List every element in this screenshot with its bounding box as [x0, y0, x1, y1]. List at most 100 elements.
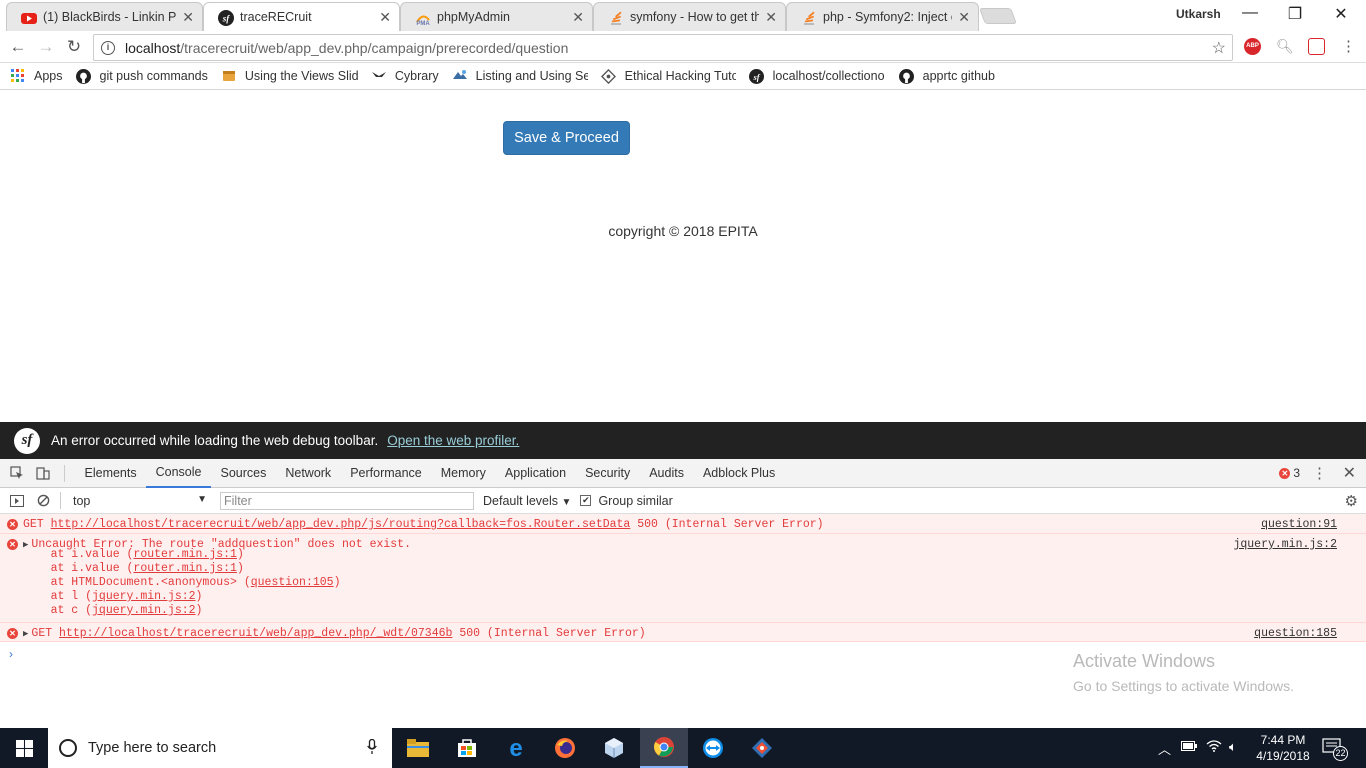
- bookmark-ethical-hacking[interactable]: Ethical Hacking Tutor: [601, 68, 736, 84]
- tab-tracerecruit[interactable]: sf traceRECruit ✕: [203, 2, 400, 31]
- devtools-tab-sources[interactable]: Sources: [211, 459, 276, 488]
- address-bar[interactable]: i localhost/tracerecruit/web/app_dev.php…: [93, 34, 1233, 61]
- console-filter-input[interactable]: Filter: [220, 491, 474, 510]
- restore-icon[interactable]: ❐: [1285, 4, 1305, 24]
- bookmark-views-slide[interactable]: Using the Views Slide: [221, 68, 358, 84]
- http-method: GET: [31, 627, 53, 640]
- bookmark-apprtc-github[interactable]: apprtc github: [899, 68, 995, 84]
- devtools-tab-memory[interactable]: Memory: [431, 459, 495, 488]
- devtools-tab-adblock-plus[interactable]: Adblock Plus: [693, 459, 784, 488]
- search-placeholder: Type here to search: [88, 740, 217, 756]
- tab-phpmyadmin[interactable]: PMA phpMyAdmin ✕: [400, 2, 593, 31]
- search-extension-icon[interactable]: 🔍︎: [1276, 38, 1294, 55]
- device-toolbar-icon[interactable]: [34, 464, 52, 482]
- group-similar-checkbox[interactable]: ✔: [580, 495, 592, 506]
- volume-icon[interactable]: 🔈︎: [1229, 739, 1237, 755]
- devtools-menu-icon[interactable]: ⋮: [1312, 464, 1327, 482]
- request-url-link[interactable]: http://localhost/tracerecruit/web/app_de…: [59, 627, 452, 640]
- stack-frame: at i.value (router.min.js:1): [23, 548, 1366, 562]
- bookmark-listing-services[interactable]: Listing and Using Ser: [452, 68, 588, 84]
- taskbar-edge[interactable]: e: [492, 728, 540, 768]
- log-levels-dropdown[interactable]: Default levels ▼: [483, 494, 571, 508]
- source-link[interactable]: question:185: [1254, 627, 1337, 640]
- devtools-close-icon[interactable]: ✕: [1343, 463, 1356, 483]
- taskbar-chrome[interactable]: [640, 728, 688, 768]
- devtools-tab-application[interactable]: Application: [495, 459, 575, 488]
- error-count-badge[interactable]: ✕ 3: [1279, 466, 1300, 480]
- chrome-menu-icon[interactable]: ⋮: [1340, 38, 1357, 55]
- group-similar-label: Group similar: [598, 493, 673, 508]
- stack-frame-link[interactable]: question:105: [251, 576, 334, 589]
- request-url-link[interactable]: http://localhost/tracerecruit/web/app_de…: [51, 518, 631, 531]
- bookmark-label: Using the Views Slide: [244, 69, 358, 83]
- context-selector[interactable]: top ▼: [73, 494, 211, 508]
- stack-frame-link[interactable]: router.min.js:1: [133, 548, 237, 561]
- action-center-button[interactable]: 22: [1322, 738, 1348, 761]
- tab-symfony2-inject[interactable]: php - Symfony2: Inject cu ✕: [786, 2, 979, 31]
- tab-close-icon[interactable]: ✕: [182, 9, 194, 26]
- console-error-row: ✕ GET http://localhost/tracerecruit/web/…: [0, 514, 1366, 534]
- stack-frame-text: at i.value (: [23, 562, 134, 575]
- adblock-plus-icon[interactable]: ABP: [1244, 38, 1261, 55]
- stack-frame-link[interactable]: jquery.min.js:2: [92, 590, 196, 603]
- expand-triangle-icon[interactable]: ▶: [23, 627, 28, 641]
- taskbar-clock[interactable]: 7:44 PM 4/19/2018: [1254, 732, 1312, 764]
- bookmarks-bar: Apps git push commands Using the Views S…: [0, 63, 1366, 90]
- bookmark-git-push[interactable]: git push commands: [76, 68, 208, 84]
- bookmark-cybrary[interactable]: Cybrary: [371, 68, 439, 84]
- site-info-icon[interactable]: i: [101, 40, 115, 55]
- bookmark-star-icon[interactable]: ☆: [1212, 38, 1226, 58]
- wifi-icon[interactable]: [1206, 739, 1222, 755]
- profile-name[interactable]: Utkarsh: [1176, 7, 1221, 21]
- devtools-tab-performance[interactable]: Performance: [341, 459, 432, 488]
- tab-close-icon[interactable]: ✕: [765, 9, 777, 26]
- start-button[interactable]: [0, 728, 48, 768]
- tab-close-icon[interactable]: ✕: [572, 9, 584, 26]
- console-output: ✕ GET http://localhost/tracerecruit/web/…: [0, 514, 1366, 728]
- battery-icon[interactable]: [1181, 739, 1197, 754]
- taskbar-virtualbox[interactable]: [590, 728, 638, 768]
- bookmark-localhost-collection[interactable]: sf localhost/collectiono: [749, 68, 886, 84]
- taskbar-file-explorer[interactable]: [394, 728, 442, 768]
- tab-symfony-question[interactable]: symfony - How to get the ✕: [593, 2, 786, 31]
- taskbar-teamviewer[interactable]: [689, 728, 737, 768]
- taskbar-search-box[interactable]: Type here to search: [48, 728, 392, 768]
- console-message[interactable]: ▶ GET http://localhost/tracerecruit/web/a…: [23, 623, 1366, 640]
- devtools-tab-elements[interactable]: Elements: [75, 459, 146, 488]
- tab-close-icon[interactable]: ✕: [379, 9, 391, 26]
- window-close-icon[interactable]: ✕: [1331, 4, 1351, 24]
- stack-frame-link[interactable]: jquery.min.js:2: [92, 604, 196, 617]
- tab-youtube[interactable]: (1) BlackBirds - Linkin Park ✕: [6, 2, 203, 31]
- taskbar-firefox[interactable]: [541, 728, 589, 768]
- bookmark-apps[interactable]: Apps: [10, 68, 63, 84]
- console-settings-gear-icon[interactable]: ⚙: [1345, 492, 1358, 510]
- clear-console-icon[interactable]: [34, 492, 52, 510]
- open-profiler-link[interactable]: Open the web profiler.: [387, 433, 519, 448]
- new-tab-button[interactable]: [979, 8, 1017, 24]
- tab-close-icon[interactable]: ✕: [958, 9, 970, 26]
- show-hidden-icons-icon[interactable]: ︿: [1158, 739, 1171, 758]
- devtools-tab-audits[interactable]: Audits: [640, 459, 694, 488]
- github-icon: [899, 68, 915, 84]
- stack-frame-link[interactable]: router.min.js:1: [133, 562, 237, 575]
- devtools-tab-security[interactable]: Security: [576, 459, 640, 488]
- source-link[interactable]: question:91: [1261, 518, 1337, 531]
- forward-icon[interactable]: →: [36, 37, 56, 57]
- console-message[interactable]: ▶ Uncaught Error: The route "addquestion"…: [23, 534, 1366, 551]
- devtools-tab-console[interactable]: Console: [146, 459, 211, 488]
- address-url[interactable]: localhost/tracerecruit/web/app_dev.php/c…: [125, 40, 568, 56]
- back-icon[interactable]: ←: [8, 37, 28, 57]
- taskbar-git-client[interactable]: [738, 728, 786, 768]
- reload-icon[interactable]: ↻: [64, 37, 84, 57]
- inspect-element-icon[interactable]: [8, 464, 26, 482]
- minimize-icon[interactable]: —: [1240, 4, 1260, 22]
- devtools-tab-network[interactable]: Network: [276, 459, 341, 488]
- source-link[interactable]: jquery.min.js:2: [1233, 538, 1337, 551]
- microphone-icon[interactable]: [367, 738, 377, 758]
- tab-label: phpMyAdmin: [437, 10, 510, 24]
- save-proceed-button[interactable]: Save & Proceed: [503, 121, 630, 155]
- console-sidebar-icon[interactable]: [8, 492, 26, 510]
- console-prompt[interactable]: ›: [9, 647, 13, 661]
- taskbar-store[interactable]: [443, 728, 491, 768]
- pocket-icon[interactable]: [1308, 38, 1325, 55]
